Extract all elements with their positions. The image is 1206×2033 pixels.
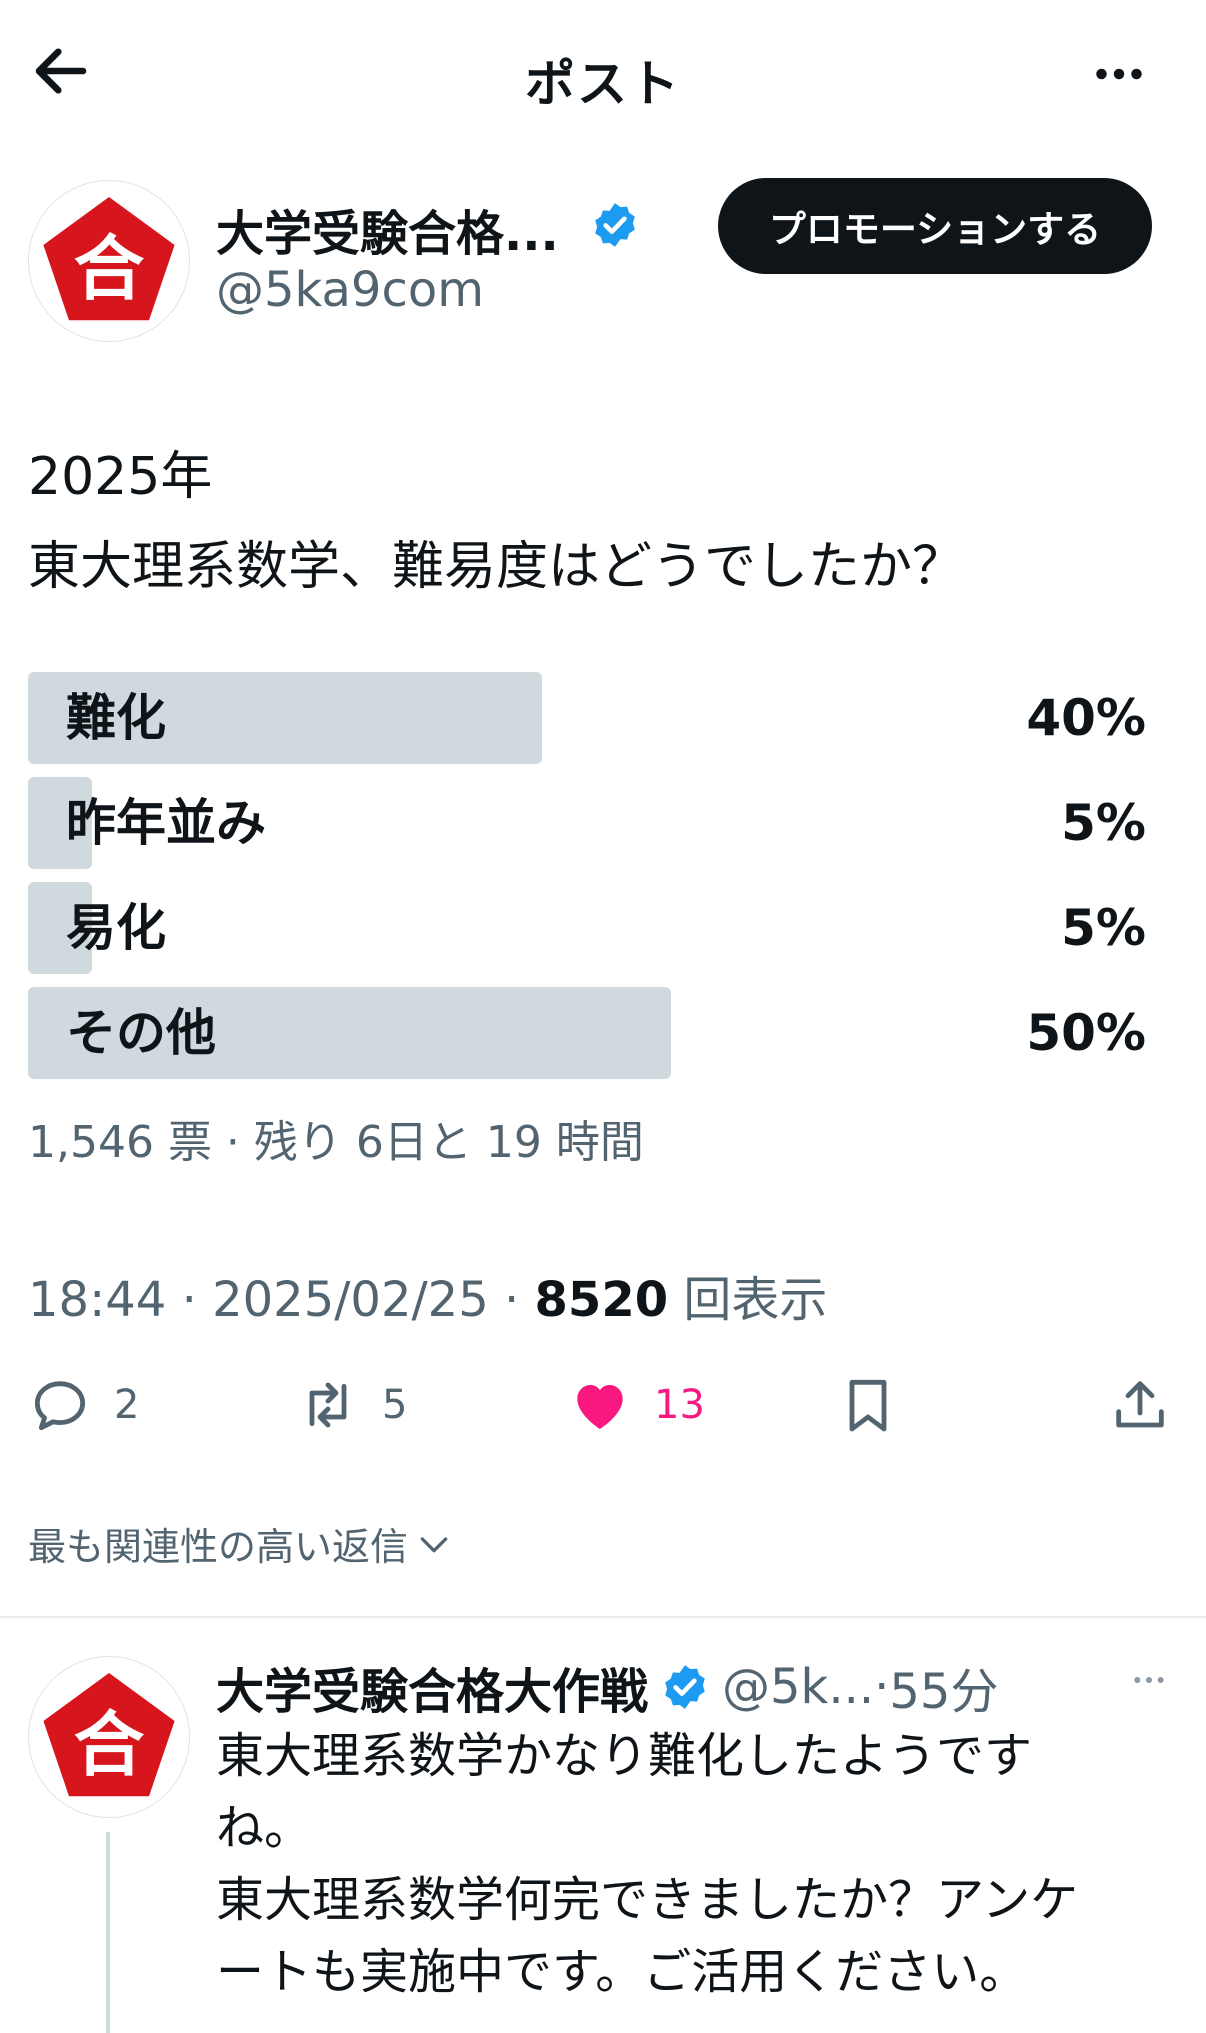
avatar[interactable]: 合 (28, 180, 190, 342)
divider (0, 1616, 1206, 1618)
poll-option-label: 難化 (66, 689, 166, 747)
poll-option-percent: 40% (1026, 689, 1146, 747)
replies-sort-label: 最も関連性の高い返信 (28, 1525, 409, 1569)
time-date[interactable]: 18:44 · 2025/02/25 · (28, 1272, 535, 1328)
repost-count: 5 (382, 1382, 408, 1428)
poll-option-label: その他 (66, 1004, 216, 1062)
poll: 難化 40% 昨年並み 5% 易化 5% その他 50% (28, 672, 1146, 1092)
repost-button[interactable]: 5 (296, 1370, 407, 1440)
author-name[interactable]: 大学受験合格... (216, 194, 559, 264)
repost-icon (309, 1382, 347, 1428)
chevron-down-icon (420, 1536, 448, 1552)
reply-author-handle[interactable]: @5k... (722, 1659, 874, 1715)
poll-option: 難化 40% (28, 672, 1146, 764)
poll-meta: 1,546 票 · 残り 6日と 19 時間 (28, 1117, 644, 1168)
logo-pentagon-icon: 合 (43, 197, 175, 321)
reply-avatar[interactable]: 合 (28, 1656, 190, 1818)
poll-option-percent: 5% (1061, 899, 1146, 957)
verified-badge-icon (595, 203, 635, 247)
thread-line (106, 1832, 110, 2033)
heart-icon (577, 1385, 623, 1429)
separator-dot: · (874, 1659, 890, 1715)
views-suffix: 回表示 (668, 1272, 828, 1328)
like-count: 13 (654, 1382, 705, 1428)
reply-author-name[interactable]: 大学受験合格大作戦 (216, 1652, 648, 1722)
avatar-glyph: 合 (74, 228, 145, 310)
reply-header: 大学受験合格大作戦 @5k... · 55分 (216, 1652, 998, 1722)
poll-option-label: 易化 (66, 899, 166, 957)
post-timestamp: 18:44 · 2025/02/25 · 8520 回表示 (28, 1260, 827, 1330)
poll-option-label: 昨年並み (66, 794, 266, 852)
share-button[interactable] (1108, 1370, 1172, 1440)
view-count: 8520 (534, 1272, 669, 1328)
reply-time[interactable]: 55分 (889, 1652, 998, 1722)
like-button[interactable]: 13 (568, 1370, 705, 1440)
reply-avatar-glyph: 合 (74, 1704, 145, 1786)
post-text: 2025年 東大理系数学、難易度はどうでしたか？ (28, 447, 965, 597)
page-title: ポスト (525, 55, 681, 113)
more-horizontal-icon[interactable] (1086, 44, 1152, 104)
more-horizontal-icon[interactable] (1124, 1660, 1174, 1700)
poll-option: その他 50% (28, 987, 1146, 1079)
reply-text: 東大理系数学かなり難化したようです ね。 東大理系数学何完できましたか？アンケ … (216, 1728, 1079, 2000)
bookmark-button[interactable] (836, 1370, 900, 1440)
poll-option: 昨年並み 5% (28, 777, 1146, 869)
promote-button[interactable]: プロモーションする (718, 178, 1152, 274)
author-handle[interactable]: @5ka9com (216, 262, 484, 318)
poll-option-percent: 5% (1061, 794, 1146, 852)
share-icon (1116, 1381, 1164, 1428)
reply-count: 2 (114, 1382, 140, 1428)
poll-option-percent: 50% (1026, 1004, 1146, 1062)
logo-pentagon-icon: 合 (43, 1673, 175, 1797)
bookmark-icon (849, 1379, 887, 1432)
replies-sort-dropdown[interactable]: 最も関連性の高い返信 (28, 1516, 454, 1571)
reply-icon (34, 1381, 86, 1431)
verified-badge-icon (665, 1665, 705, 1709)
reply-button[interactable]: 2 (28, 1370, 139, 1440)
poll-option: 易化 5% (28, 882, 1146, 974)
